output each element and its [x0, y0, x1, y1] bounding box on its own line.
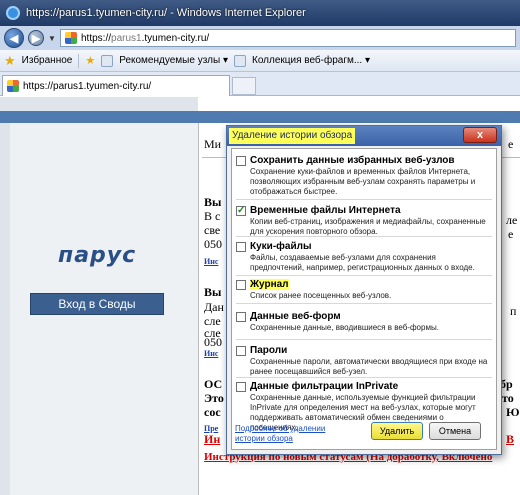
option-label[interactable]: Пароли [250, 345, 287, 356]
url-domain: .tyumen-city.ru/ [141, 32, 210, 44]
content-link[interactable]: Инс [204, 257, 218, 266]
option-temp-files: ✓ Временные файлы Интернета Копии веб-ст… [236, 205, 492, 236]
internet-explorer-icon [6, 6, 20, 20]
checkbox-history[interactable] [236, 280, 246, 290]
url-subdomain: parus1 [111, 32, 142, 44]
option-label[interactable]: Временные файлы Интернета [250, 205, 401, 216]
content-fragment: В с [204, 209, 221, 223]
content-fragment-right: то [502, 391, 514, 405]
content-fragment-right: В [506, 432, 515, 446]
login-button[interactable]: Вход в Своды [30, 293, 164, 315]
content-fragment-right: е [508, 137, 514, 151]
option-separator [236, 236, 492, 237]
option-separator [236, 303, 492, 304]
option-history: Журнал Список ранее посещенных веб-узлов… [236, 279, 492, 301]
parus-logo: парус [58, 243, 137, 268]
option-preserve-favorites: Сохранить данные избранных веб-узлов Сох… [236, 155, 492, 196]
dialog-titlebar: Удаление истории обзора x [227, 126, 501, 146]
navigation-bar: ◀ ▶ ▼ https://parus1 .tyumen-city.ru/ [0, 26, 520, 50]
red-link[interactable]: Ин [204, 432, 220, 447]
content-fragment-right: п [510, 304, 517, 318]
option-label[interactable]: Сохранить данные избранных веб-узлов [250, 155, 455, 166]
cancel-button[interactable]: Отмена [429, 422, 481, 440]
window-titlebar: https://parus1.tyumen-city.ru/ - Windows… [0, 0, 520, 26]
option-label[interactable]: Журнал [250, 279, 289, 290]
close-button[interactable]: x [463, 127, 497, 143]
favorites-star-icon[interactable]: ★ [4, 53, 16, 69]
content-heading: ОС [204, 377, 223, 391]
new-tab-button[interactable] [232, 77, 256, 95]
checkbox-inprivate-filtering[interactable] [236, 382, 246, 392]
page-top-band [0, 111, 520, 123]
content-heading: Вы [204, 285, 222, 299]
content-fragment: Ми [204, 137, 222, 151]
content-link[interactable]: Инс [204, 349, 218, 358]
checkbox-passwords[interactable] [236, 346, 246, 356]
favorites-separator [78, 53, 80, 68]
option-separator [236, 377, 492, 378]
content-fragment: све [204, 223, 221, 237]
content-heading: Вы [204, 195, 222, 209]
checkbox-preserve-favorites[interactable] [236, 156, 246, 166]
option-description: Файлы, создаваемые веб-узлами для сохран… [250, 253, 475, 272]
option-separator [236, 275, 492, 276]
option-label[interactable]: Данные фильтрации InPrivate [250, 381, 398, 392]
back-button[interactable]: ◀ [4, 28, 24, 48]
site-favicon-icon [65, 32, 77, 44]
option-separator [236, 199, 492, 200]
content-fragment: 050 [204, 237, 222, 251]
forward-button[interactable]: ▶ [28, 30, 44, 46]
dialog-options-panel: Сохранить данные избранных веб-узлов Сох… [231, 148, 497, 450]
favorites-bar: ★ Избранное ★ Рекомендуемые узлы ▾ Колле… [0, 50, 520, 72]
checkbox-cookies[interactable] [236, 242, 246, 252]
option-passwords: Пароли Сохраненные пароли, автоматически… [236, 345, 492, 376]
option-cookies: Куки-файлы Файлы, создаваемые веб-узлами… [236, 241, 492, 272]
tab-favicon-icon [7, 80, 19, 92]
option-description: Копии веб-страниц, изображения и медиафа… [250, 217, 486, 236]
favorites-button[interactable]: Избранное [22, 55, 73, 66]
add-to-favorites-bar-icon[interactable]: ★ [85, 54, 95, 67]
delete-button[interactable]: Удалить [371, 422, 423, 440]
content-fragment: 050 [204, 335, 222, 349]
delete-browsing-history-dialog: Удаление истории обзора x Сохранить данн… [226, 125, 502, 455]
suggested-sites-icon [101, 54, 114, 67]
option-description: Сохраненные данные, вводившиеся в веб-фо… [250, 323, 439, 332]
content-fragment: Дан [204, 300, 224, 314]
url-prefix: https:// [81, 32, 112, 44]
tab-label: https://parus1.tyumen-city.ru/ [23, 80, 152, 92]
option-separator [236, 339, 492, 340]
content-fragment-right: ле [506, 213, 518, 227]
option-label[interactable]: Данные веб-форм [250, 311, 341, 322]
option-description: Сохранение куки-файлов и временных файло… [250, 167, 476, 196]
web-slice-icon [234, 54, 246, 67]
option-label[interactable]: Куки-файлы [250, 241, 312, 252]
suggested-sites-link[interactable]: Рекомендуемые узлы ▾ [119, 55, 228, 66]
window-title: https://parus1.tyumen-city.ru/ - Windows… [26, 7, 306, 19]
option-form-data: Данные веб-форм Сохраненные данные, ввод… [236, 311, 492, 333]
checkbox-temp-files[interactable]: ✓ [236, 206, 246, 216]
content-fragment-right: Ю [506, 405, 520, 419]
dialog-title: Удаление истории обзора [229, 128, 356, 144]
option-description: Сохраненные пароли, автоматически вводящ… [250, 357, 488, 376]
more-info-link[interactable]: Подробнее об удалении истории обзора [235, 424, 335, 444]
history-dropdown-icon[interactable]: ▼ [48, 34, 56, 43]
checkbox-form-data[interactable] [236, 312, 246, 322]
option-inprivate-filtering: Данные фильтрации InPrivate Сохраненные … [236, 381, 492, 432]
content-fragment-right: е [508, 227, 514, 241]
content-fragment: Это [204, 391, 224, 405]
web-slice-gallery-link[interactable]: Коллекция веб-фрагм... ▾ [252, 55, 370, 66]
tab-bar: https://parus1.tyumen-city.ru/ [0, 72, 520, 96]
content-fragment: сос [204, 405, 221, 419]
tab-active[interactable]: https://parus1.tyumen-city.ru/ [2, 75, 230, 96]
address-bar[interactable]: https://parus1 .tyumen-city.ru/ [60, 29, 516, 47]
option-description: Список ранее посещенных веб-узлов. [250, 291, 392, 300]
